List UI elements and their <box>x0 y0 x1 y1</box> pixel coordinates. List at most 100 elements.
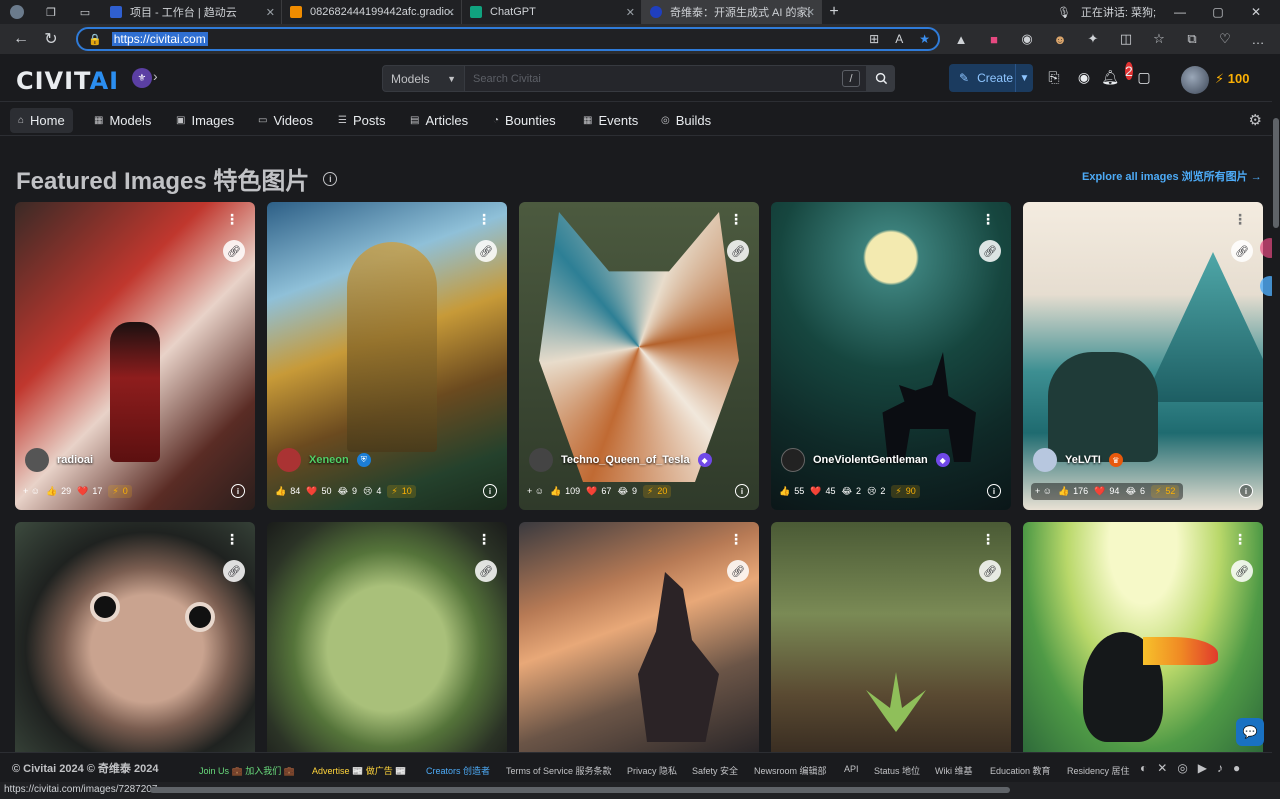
link-icon[interactable]: 🔗︎ <box>475 240 497 262</box>
profile-icon[interactable] <box>0 0 34 24</box>
extension-pink-icon[interactable]: ■ <box>983 28 1005 50</box>
youtube-icon[interactable]: ▶ <box>1198 761 1207 775</box>
performance-icon[interactable]: ♡ <box>1214 28 1236 50</box>
link-icon[interactable]: 🔗︎ <box>727 240 749 262</box>
add-reaction-button[interactable]: + ☺ <box>23 486 40 496</box>
x-twitter-icon[interactable]: ✕ <box>1157 761 1167 775</box>
more-options-icon[interactable]: ⋮ <box>225 532 239 546</box>
nav-home[interactable]: ⌂ Home <box>10 108 73 133</box>
buzz-balance[interactable]: ⚡ 100 <box>1215 71 1249 87</box>
link-icon[interactable]: 🔗︎ <box>979 240 1001 262</box>
like-reaction[interactable]: 👍 29 <box>46 486 71 497</box>
footer-link-terms[interactable]: Terms of Service 服务条款 <box>506 764 612 777</box>
upload-screen-icon[interactable]: ⎘ <box>1045 68 1063 86</box>
collections-icon[interactable]: ⧉ <box>1181 28 1203 50</box>
browser-tab-3[interactable]: ChatGPT ✕ <box>462 0 642 24</box>
image-card[interactable]: ⋮ 🔗︎ <box>771 522 1011 752</box>
add-reaction-button[interactable]: + ☺ <box>527 486 544 496</box>
link-icon[interactable]: 🔗︎ <box>475 560 497 582</box>
create-button[interactable]: ✎ Create ▼ <box>949 64 1033 92</box>
more-options-icon[interactable]: ⋮ <box>477 212 491 226</box>
card-user[interactable]: YeLVTI ♛ <box>1033 448 1123 472</box>
read-aloud-icon[interactable]: A <box>895 32 903 46</box>
footer-link-join[interactable]: Join Us 💼 加入我们 💼 <box>199 764 295 777</box>
search-button[interactable] <box>867 65 895 92</box>
buzz-tip[interactable]: ⚡ 0 <box>108 484 132 498</box>
image-card[interactable]: ⋮ 🔗︎ YeLVTI ♛ + ☺ 👍 176 ❤️ 94 😂 6 ⚡ 52 i <box>1023 202 1263 510</box>
nav-models[interactable]: ▦ Models <box>86 108 159 133</box>
link-icon[interactable]: 🔗︎ <box>727 560 749 582</box>
like-reaction[interactable]: 👍 55 <box>779 486 804 497</box>
back-icon[interactable]: ← <box>6 24 36 54</box>
heart-reaction[interactable]: ❤️ 17 <box>77 486 102 497</box>
extensions-puzzle-icon[interactable]: ✦ <box>1082 28 1104 50</box>
search-scope-select[interactable]: Models ▼ <box>382 65 465 92</box>
nav-bounties[interactable]: ◔ Bounties <box>485 108 564 133</box>
nav-posts[interactable]: ☰ Posts <box>330 108 393 133</box>
tiktok-icon[interactable]: ♪ <box>1217 761 1223 775</box>
image-card[interactable]: ⋮ 🔗︎ <box>267 522 507 752</box>
more-options-icon[interactable]: ⋮ <box>1233 532 1247 546</box>
laugh-reaction[interactable]: 😂 6 <box>1125 486 1145 497</box>
heart-reaction[interactable]: ❤️ 45 <box>810 486 835 497</box>
add-reaction-button[interactable]: + ☺ <box>1035 486 1052 496</box>
info-icon[interactable]: i <box>483 484 497 498</box>
image-card[interactable]: ⋮ 🔗︎ <box>15 522 255 752</box>
footer-link-api[interactable]: API <box>844 764 859 774</box>
info-icon[interactable]: i <box>1239 484 1253 498</box>
card-user[interactable]: Techno_Queen_of_Tesla ◆ <box>529 448 712 472</box>
footer-link-wiki[interactable]: Wiki 维基 <box>935 764 973 777</box>
maximize-icon[interactable]: ▢ <box>1204 5 1232 19</box>
link-icon[interactable]: 🔗︎ <box>1231 560 1253 582</box>
nav-events[interactable]: ▦ Events <box>575 108 646 133</box>
discord-icon[interactable]: ◐ <box>1140 761 1147 775</box>
image-card[interactable]: ⋮ 🔗︎ Xeneon ⛨ 👍 84 ❤️ 50 😂 9 😢 4 ⚡ 10 i <box>267 202 507 510</box>
footer-link-advertise[interactable]: Advertise 📰 做广告 📰 <box>312 764 406 777</box>
favorite-star-icon[interactable]: ★ <box>919 32 930 46</box>
image-card[interactable]: ⋮ 🔗︎ Techno_Queen_of_Tesla ◆ + ☺ 👍 109 ❤️… <box>519 202 759 510</box>
reddit-icon[interactable]: ● <box>1233 761 1240 775</box>
info-icon[interactable]: i <box>323 171 338 186</box>
link-icon[interactable]: 🔗︎ <box>979 560 1001 582</box>
vertical-scrollbar[interactable] <box>1272 56 1280 782</box>
link-icon[interactable]: 🔗︎ <box>223 240 245 262</box>
heart-reaction[interactable]: ❤️ 94 <box>1094 486 1119 497</box>
eye-icon[interactable]: ◉ <box>1075 68 1093 86</box>
bell-icon[interactable]: 🔔︎ 2 <box>1101 62 1133 86</box>
laugh-reaction[interactable]: 😂 9 <box>617 486 637 497</box>
url-text[interactable]: https://civitai.com <box>111 32 208 46</box>
minimize-icon[interactable]: — <box>1166 5 1194 19</box>
buzz-tip[interactable]: ⚡ 52 <box>1150 484 1180 498</box>
more-options-icon[interactable]: ⋮ <box>729 532 743 546</box>
footer-link-education[interactable]: Education 教育 <box>990 764 1051 777</box>
footer-link-newsroom[interactable]: Newsroom 编辑部 <box>754 764 827 777</box>
chat-icon[interactable]: ▢ <box>1135 68 1153 86</box>
image-card[interactable]: ⋮ 🔗︎ <box>519 522 759 752</box>
more-options-icon[interactable]: ⋮ <box>981 212 995 226</box>
buzz-tip[interactable]: ⚡ 10 <box>387 484 416 498</box>
nav-images[interactable]: ▣ Images <box>168 108 242 133</box>
close-window-icon[interactable]: ✕ <box>1242 5 1270 19</box>
laugh-reaction[interactable]: 😂 2 <box>841 486 861 497</box>
gear-icon[interactable]: ⚙ <box>1249 111 1262 129</box>
explore-all-link[interactable]: Explore all images 浏览所有图片 → <box>1082 168 1262 184</box>
extension-face-icon[interactable]: ☻ <box>1049 28 1071 50</box>
url-field[interactable]: 🔒 https://civitai.com ⊞ A ★ <box>76 27 940 51</box>
microphone-icon[interactable]: 🎙 <box>1057 6 1071 19</box>
like-reaction[interactable]: 👍 176 <box>1058 486 1088 497</box>
link-icon[interactable]: 🔗︎ <box>223 560 245 582</box>
extension-mask-icon[interactable]: ◉ <box>1016 28 1038 50</box>
card-user[interactable]: radioai <box>25 448 93 472</box>
chevron-right-icon[interactable]: › <box>153 68 158 84</box>
info-icon[interactable]: i <box>231 484 245 498</box>
close-icon[interactable]: ✕ <box>446 6 455 19</box>
more-options-icon[interactable]: ⋮ <box>1233 212 1247 226</box>
chevron-down-icon[interactable]: ▼ <box>1015 64 1033 92</box>
info-icon[interactable]: i <box>987 484 1001 498</box>
footer-link-privacy[interactable]: Privacy 隐私 <box>627 764 677 777</box>
favorites-icon[interactable]: ☆ <box>1148 28 1170 50</box>
card-user[interactable]: Xeneon ⛨ <box>277 448 371 472</box>
like-reaction[interactable]: 👍 109 <box>550 486 580 497</box>
refresh-icon[interactable]: ↻ <box>36 24 66 54</box>
card-user[interactable]: OneViolentGentleman ◆ <box>781 448 950 472</box>
